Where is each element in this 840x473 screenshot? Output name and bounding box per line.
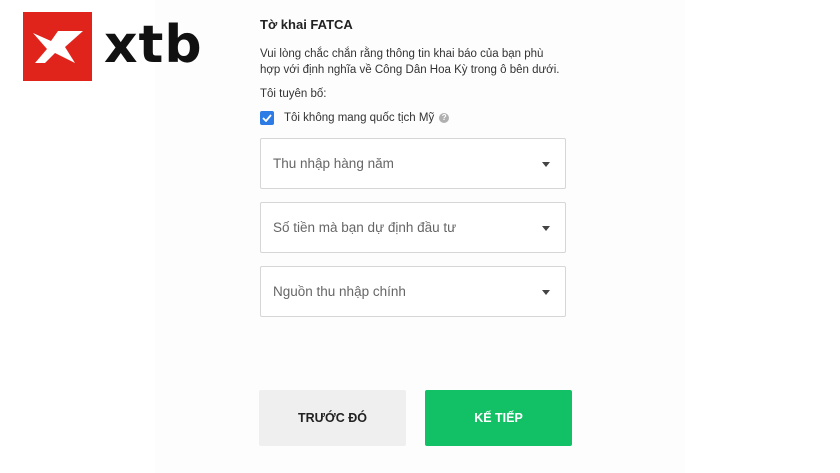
page-title: Tờ khai FATCA: [260, 17, 353, 32]
annual-income-select[interactable]: Thu nhập hàng năm: [260, 138, 566, 189]
back-button[interactable]: TRƯỚC ĐÓ: [259, 390, 406, 446]
xtb-logo: xtb: [23, 12, 203, 81]
next-button[interactable]: KẾ TIẾP: [425, 390, 572, 446]
income-source-placeholder: Nguồn thu nhập chính: [273, 284, 406, 299]
fatca-form: Tờ khai FATCA Vui lòng chắc chắn rằng th…: [260, 16, 566, 330]
description-line-1: Vui lòng chắc chắn rằng thông tin khai b…: [260, 48, 544, 60]
declare-label: Tôi tuyên bố:: [260, 88, 327, 100]
investment-amount-placeholder: Số tiền mà bạn dự định đầu tư: [273, 220, 457, 235]
checkmark-icon: [262, 114, 272, 122]
investment-amount-select[interactable]: Số tiền mà bạn dự định đầu tư: [260, 202, 566, 253]
description-line-2: hợp với định nghĩa về Công Dân Hoa Kỳ tr…: [260, 64, 560, 76]
form-description: Vui lòng chắc chắn rằng thông tin khai b…: [260, 46, 566, 78]
annual-income-placeholder: Thu nhập hàng năm: [273, 156, 394, 171]
chevron-down-icon: [542, 161, 550, 167]
income-source-select[interactable]: Nguồn thu nhập chính: [260, 266, 566, 317]
us-citizen-checkbox-row[interactable]: Tôi không mang quốc tịch Mỹ ?: [260, 110, 566, 126]
checkbox-label: Tôi không mang quốc tịch Mỹ: [284, 112, 435, 124]
xtb-x-icon: [23, 12, 92, 81]
help-icon[interactable]: ?: [439, 113, 450, 123]
not-us-citizen-checkbox[interactable]: [260, 111, 274, 125]
page: xtb Tờ khai FATCA Vui lòng chắc chắn rằn…: [0, 0, 840, 473]
brand-name: xtb: [104, 14, 203, 75]
chevron-down-icon: [542, 289, 550, 295]
chevron-down-icon: [542, 225, 550, 231]
